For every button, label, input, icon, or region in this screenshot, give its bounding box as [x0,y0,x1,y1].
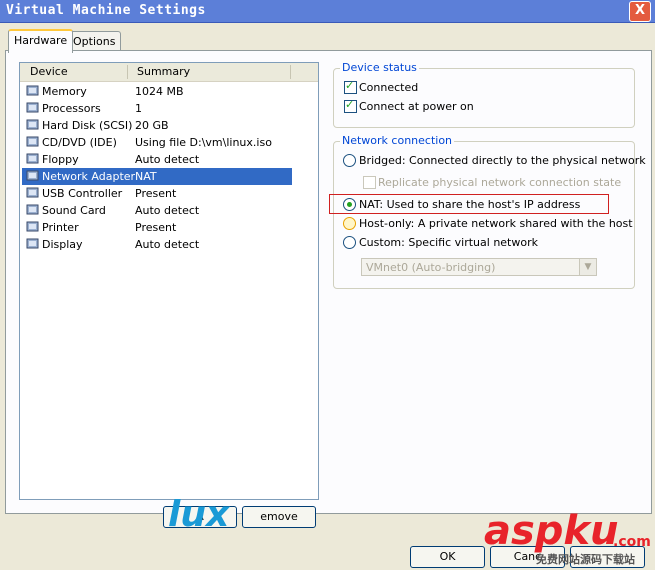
device-row[interactable]: Hard Disk (SCSI) 20 GB [22,117,292,134]
vmnet-select[interactable]: VMnet0 (Auto-bridging) ▼ [361,258,597,276]
connect-at-power-on-label[interactable]: Connect at power on [359,100,474,114]
connect-at-power-on-checkbox[interactable] [344,98,357,113]
tab-hardware[interactable]: Hardware [8,29,74,53]
replicate-state-label: Replicate physical network connection st… [378,176,622,189]
printer-icon [26,221,39,233]
device-row[interactable]: Processors 1 [22,100,292,117]
device-summary: NAT [135,170,157,183]
device-row[interactable]: Floppy Auto detect [22,151,292,168]
device-row[interactable]: Printer Present [22,219,292,236]
display-icon [26,238,39,250]
title-bar: Virtual Machine Settings X [0,0,655,23]
memory-icon [26,85,39,97]
device-name: Processors [42,102,101,115]
logo-watermark: lux [168,494,230,535]
device-status-title: Device status [340,61,419,74]
device-list[interactable]: Device Summary Memory 1024 MB Processors 1 H… [19,62,319,500]
bridged-radio[interactable] [343,154,356,167]
tab-options[interactable]: Options [67,31,122,51]
device-name: Network Adapter [42,170,136,183]
device-row[interactable]: Sound Card Auto detect [22,202,292,219]
device-name: Floppy [42,153,79,166]
floppy-icon [26,153,39,165]
column-header-summary[interactable]: Summary [131,65,190,79]
device-summary: Auto detect [135,204,200,217]
device-row[interactable]: USB Controller Present [22,185,292,202]
nat-label[interactable]: NAT: Used to share the host's IP address [359,198,580,212]
processor-icon [26,102,39,114]
sound-card-icon [26,204,39,216]
site-suffix-watermark: .com [613,534,651,550]
device-row[interactable]: Display Auto detect [22,236,292,253]
remove-button[interactable]: emove [242,506,316,528]
device-name: Display [42,238,83,251]
chevron-down-icon: ▼ [579,259,596,275]
hard-disk-icon [26,119,39,131]
device-summary: Auto detect [135,238,200,251]
close-button[interactable]: X [629,1,651,22]
device-status-group: Device status [333,61,635,128]
device-summary: 1 [135,102,142,115]
device-summary: Using file D:\vm\linux.iso [135,136,272,149]
column-divider[interactable] [290,65,291,79]
network-adapter-icon [26,170,39,182]
list-header: Device Summary [20,63,318,82]
device-summary: Present [135,187,177,200]
device-row[interactable]: CD/DVD (IDE) Using file D:\vm\linux.iso [22,134,292,151]
device-summary: 1024 MB [135,85,184,98]
custom-label[interactable]: Custom: Specific virtual network [359,236,538,250]
device-name: Printer [42,221,79,234]
cd-dvd-icon [26,136,39,148]
connected-label[interactable]: Connected [359,81,418,95]
nat-radio[interactable] [343,198,356,211]
site-watermark: aspku [484,508,619,554]
device-name: Sound Card [42,204,106,217]
device-summary: Auto detect [135,153,200,166]
network-connection-title: Network connection [340,134,455,147]
ok-button[interactable]: OK [410,546,485,568]
bridged-label[interactable]: Bridged: Connected directly to the physi… [359,154,646,168]
column-header-device[interactable]: Device [24,65,68,79]
usb-icon [26,187,39,199]
device-row[interactable]: Network Adapter NAT [22,168,292,185]
device-name: Memory [42,85,87,98]
tagline-watermark: 免费网站源码下载站 [536,553,635,566]
host-only-radio[interactable] [343,217,356,230]
window-title: Virtual Machine Settings [6,3,206,18]
connected-checkbox[interactable] [344,79,357,94]
column-divider[interactable] [127,65,128,79]
device-name: Hard Disk (SCSI) [42,119,133,132]
device-name: CD/DVD (IDE) [42,136,117,149]
device-name: USB Controller [42,187,123,200]
close-icon: X [634,3,646,18]
device-row[interactable]: Memory 1024 MB [22,83,292,100]
device-summary: Present [135,221,177,234]
device-summary: 20 GB [135,119,169,132]
host-only-label[interactable]: Host-only: A private network shared with… [359,217,633,231]
replicate-state-checkbox[interactable] [363,176,376,189]
custom-radio[interactable] [343,236,356,249]
